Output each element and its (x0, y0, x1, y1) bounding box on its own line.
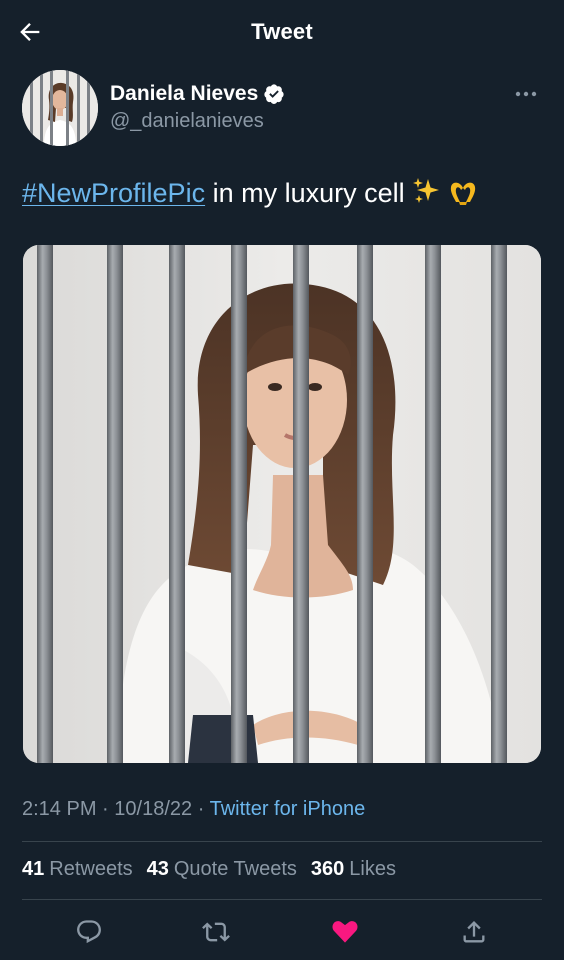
like-button[interactable] (329, 916, 361, 948)
meta-separator: · (102, 798, 109, 820)
more-button[interactable] (512, 84, 540, 104)
avatar[interactable] (22, 70, 98, 146)
tweet-meta: 2:14 PM · 10/18/22 · Twitter for iPhone (22, 798, 365, 821)
tweet-date[interactable]: 10/18/22 (114, 798, 192, 820)
action-bar (0, 912, 564, 952)
divider (22, 841, 542, 842)
retweets-count: 41 (22, 858, 45, 880)
page-title: Tweet (251, 19, 313, 44)
heart-hands-icon (447, 176, 479, 214)
share-icon (463, 921, 485, 943)
retweet-button[interactable] (200, 916, 232, 948)
verified-badge-icon (263, 83, 285, 105)
retweets-stat[interactable]: 41 Retweets (22, 858, 133, 881)
retweets-label: Retweets (49, 858, 133, 880)
display-name-row: Daniela Nieves (110, 82, 285, 106)
likes-stat[interactable]: 360 Likes (311, 858, 396, 881)
tweet-stats: 41 Retweets 43 Quote Tweets 360 Likes (22, 858, 410, 881)
tweet-body: in my luxury cell (205, 178, 405, 208)
divider (22, 899, 542, 900)
meta-separator-2: · (197, 798, 205, 820)
sparkles-icon (411, 176, 441, 214)
tweet-text: #NewProfilePic in my luxury cell (22, 176, 542, 214)
likes-count: 360 (310, 858, 345, 880)
quote-tweets-count: 43 (146, 858, 169, 880)
reply-button[interactable] (73, 916, 105, 948)
top-bar: Tweet (0, 0, 564, 64)
photo-behind-bars (23, 245, 541, 763)
tweet-author: Daniela Nieves @_danielanieves (22, 70, 542, 146)
like-icon (332, 921, 358, 943)
avatar-photo (22, 70, 98, 146)
user-handle[interactable]: @_danielanieves (110, 110, 264, 133)
quote-tweets-stat[interactable]: 43 Quote Tweets (147, 858, 297, 881)
reply-icon (77, 920, 101, 944)
likes-label: Likes (349, 858, 396, 880)
display-name[interactable]: Daniela Nieves (110, 82, 258, 106)
tweet-photo[interactable] (23, 245, 541, 763)
quote-tweets-label: Quote Tweets (173, 858, 297, 880)
hashtag-link[interactable]: #NewProfilePic (22, 178, 205, 208)
tweet-source-link[interactable]: Twitter for iPhone (210, 798, 366, 820)
tweet-time[interactable]: 2:14 PM (22, 798, 96, 820)
retweet-icon (202, 922, 230, 942)
share-button[interactable] (458, 916, 490, 948)
more-horizontal-icon (515, 91, 537, 97)
